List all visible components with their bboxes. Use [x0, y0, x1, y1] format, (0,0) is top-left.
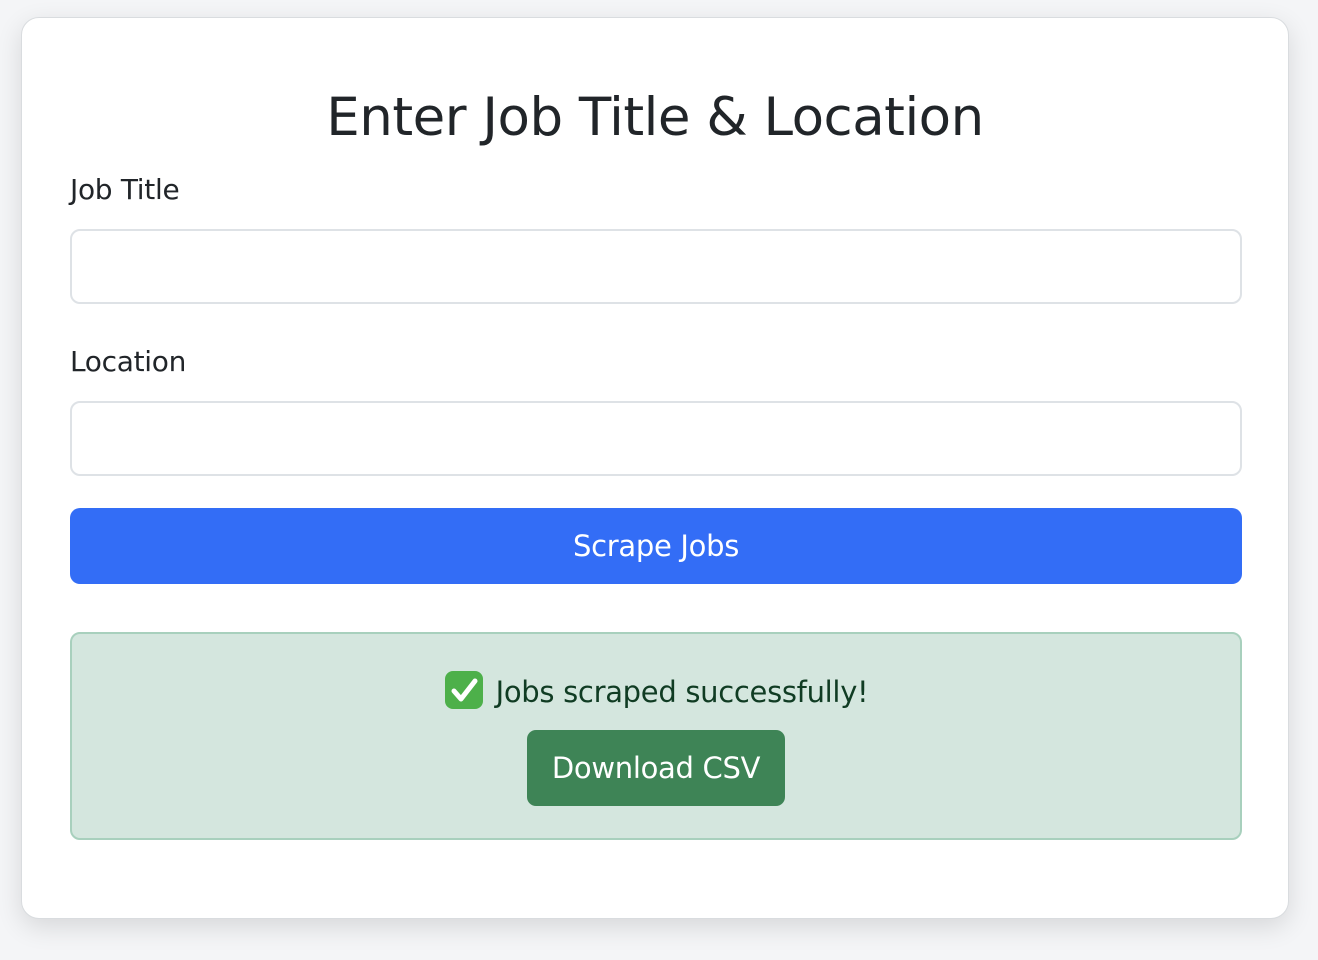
job-title-input[interactable] [70, 229, 1242, 304]
check-mark-button-icon [444, 671, 483, 709]
job-title-label: Job Title [70, 173, 180, 206]
location-input[interactable] [70, 401, 1242, 476]
location-label: Location [70, 345, 187, 378]
form-card: Enter Job Title & Location Job Title Loc… [21, 17, 1289, 919]
download-csv-button[interactable]: Download CSV [527, 730, 785, 806]
success-alert: Jobs scraped successfully! Download CSV [70, 632, 1242, 840]
scrape-jobs-button[interactable]: Scrape Jobs [70, 508, 1242, 584]
page-title: Enter Job Title & Location [326, 87, 984, 148]
success-message: Jobs scraped successfully! [495, 675, 869, 709]
success-message-row: Jobs scraped successfully! [72, 670, 1240, 712]
